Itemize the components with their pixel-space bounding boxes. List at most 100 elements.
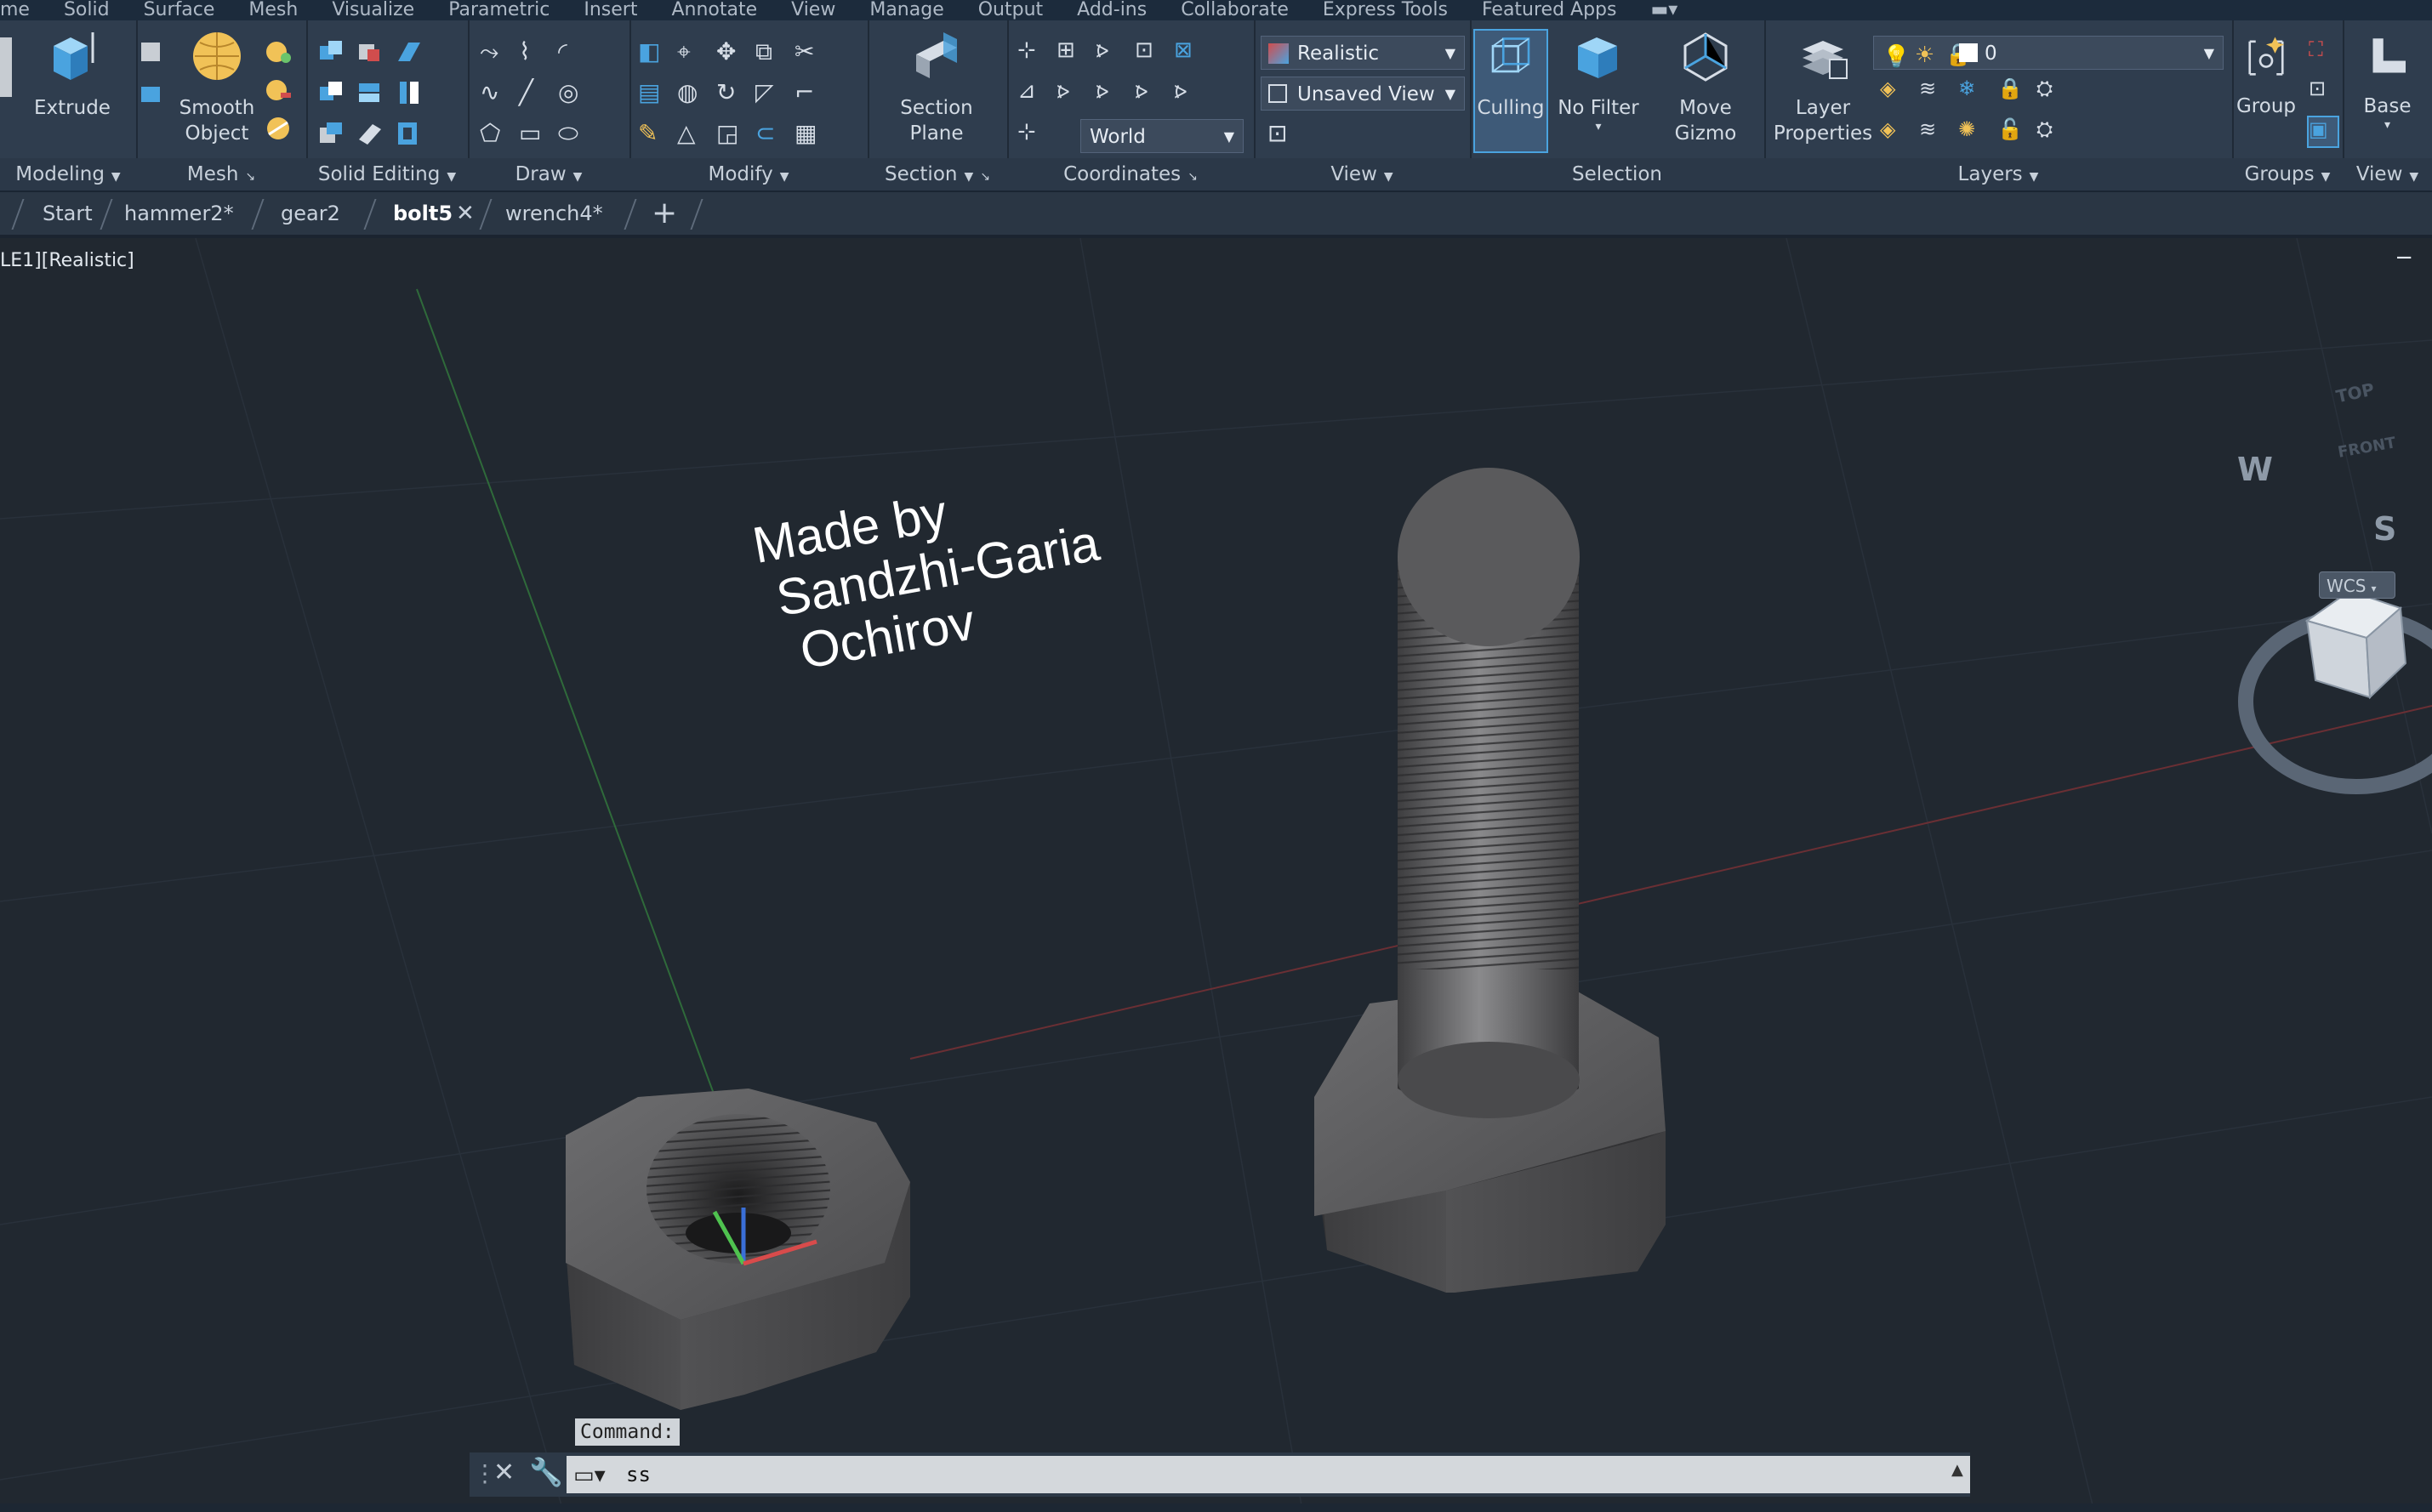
- menu-parametric[interactable]: Parametric: [431, 0, 567, 20]
- solid-editing-panel-title[interactable]: Solid Editing ▼: [306, 158, 468, 190]
- base-view-button[interactable]: Base ▾: [2343, 29, 2432, 131]
- menu-annotate[interactable]: Annotate: [654, 0, 774, 20]
- line-icon[interactable]: ╱: [519, 78, 548, 107]
- layer-dropdown[interactable]: 💡 ☀ 🔓 0 ▼: [1873, 36, 2224, 70]
- extrude-button[interactable]: Extrude: [26, 29, 119, 121]
- mesh-refine-icon[interactable]: [136, 80, 165, 109]
- helix-icon[interactable]: ⌇: [519, 37, 548, 66]
- trim-icon[interactable]: ✂: [795, 37, 823, 66]
- ucs-icon[interactable]: ⊹: [1017, 37, 1046, 66]
- menu-me[interactable]: me: [0, 0, 47, 20]
- erase-icon[interactable]: ✎: [638, 119, 667, 148]
- mesh-panel-title[interactable]: Mesh ↘: [136, 158, 306, 190]
- menu-add-ins[interactable]: Add-ins: [1060, 0, 1164, 20]
- shell-icon[interactable]: [395, 119, 424, 148]
- ellipse-icon[interactable]: ⬭: [558, 119, 587, 148]
- 3d-rotate-icon[interactable]: ◍: [677, 78, 706, 107]
- ucs-view-icon[interactable]: ⊡: [1135, 37, 1164, 66]
- workspace-switch-icon[interactable]: ▬▾: [1634, 0, 1695, 20]
- layer-properties-button[interactable]: Layer Properties: [1769, 29, 1877, 146]
- compass-south-label[interactable]: S: [2373, 510, 2396, 548]
- new-tab-plus-icon[interactable]: +: [652, 192, 677, 235]
- menu-collaborate[interactable]: Collaborate: [1164, 0, 1306, 20]
- mirror-icon[interactable]: ◧: [638, 37, 667, 66]
- no-filter-button[interactable]: No Filter ▾: [1552, 29, 1645, 133]
- wcs-dropdown[interactable]: WCS ▾: [2319, 571, 2395, 599]
- ungroup-icon[interactable]: ⛶: [2309, 37, 2338, 66]
- tab-close-icon[interactable]: ✕: [456, 192, 475, 235]
- layer-thaw-icon[interactable]: ✺: [1958, 117, 1987, 146]
- refine-mesh-icon[interactable]: [264, 114, 293, 143]
- ucs-icon-properties-icon[interactable]: ⊹: [1017, 119, 1046, 148]
- viewport-controls-label[interactable]: LE1][Realistic]: [0, 250, 134, 271]
- tab-start[interactable]: Start: [43, 192, 93, 235]
- group-button[interactable]: Group: [2232, 29, 2300, 119]
- offset-icon[interactable]: ⊂: [755, 119, 784, 148]
- modeling-panel-title[interactable]: Modeling ▼: [0, 158, 136, 190]
- command-input[interactable]: [567, 1456, 1970, 1493]
- layer-walk-icon[interactable]: ⛭: [2036, 117, 2065, 146]
- 3d-scale-icon[interactable]: △: [677, 119, 706, 148]
- drawing-viewport[interactable]: LE1][Realistic] − Made by Sandzhi-Garia …: [0, 238, 2432, 1505]
- circle-icon[interactable]: ◎: [558, 78, 587, 107]
- slice-icon[interactable]: [395, 37, 424, 66]
- imprint-icon[interactable]: [316, 119, 345, 148]
- layer-isolate-icon[interactable]: ≋: [1919, 77, 1948, 105]
- smooth-more-icon[interactable]: [264, 37, 293, 66]
- section-panel-title[interactable]: Section ▼ ↘: [868, 158, 1007, 190]
- layer-on-icon[interactable]: ◈: [1880, 117, 1909, 146]
- move-gizmo-button[interactable]: Move Gizmo: [1659, 29, 1752, 146]
- ucs-named-icon[interactable]: ⊞: [1057, 37, 1085, 66]
- arc-icon[interactable]: ◜: [558, 37, 587, 66]
- wrench-icon[interactable]: 🔧: [529, 1456, 563, 1488]
- tab-gear2[interactable]: gear2: [281, 192, 340, 235]
- ucs-world-dropdown[interactable]: World ▼: [1080, 119, 1244, 153]
- ucs-origin-icon[interactable]: ⦠: [1096, 37, 1125, 66]
- layer-match-icon[interactable]: ⛭: [2036, 77, 2065, 105]
- viewport-minimize-icon[interactable]: −: [2395, 245, 2413, 270]
- box-icon[interactable]: [0, 37, 12, 97]
- saved-view-dropdown[interactable]: Unsaved View ▼: [1261, 77, 1465, 111]
- tab-hammer2[interactable]: hammer2*: [124, 192, 234, 235]
- menu-insert[interactable]: Insert: [567, 0, 654, 20]
- scale-icon[interactable]: ◲: [716, 119, 745, 148]
- align-icon[interactable]: ⌖: [677, 37, 706, 66]
- smooth-less-icon[interactable]: [264, 76, 293, 105]
- command-prompt-icon[interactable]: ▭▾: [573, 1463, 606, 1488]
- rectangle-icon[interactable]: ▭: [519, 119, 548, 148]
- menu-mesh[interactable]: Mesh: [231, 0, 315, 20]
- compass-west-label[interactable]: W: [2237, 451, 2273, 488]
- group-edit-icon[interactable]: ⊡: [2309, 77, 2338, 105]
- menu-view[interactable]: View: [774, 0, 852, 20]
- visual-style-dropdown[interactable]: Realistic ▼: [1261, 36, 1465, 70]
- view2-panel-title[interactable]: View ▼: [2343, 158, 2432, 190]
- union-icon[interactable]: [316, 37, 345, 66]
- interfere-icon[interactable]: [356, 78, 384, 107]
- menu-solid[interactable]: Solid: [47, 0, 127, 20]
- smooth-object-button[interactable]: Smooth Object: [170, 29, 264, 146]
- polygon-icon[interactable]: ⬠: [480, 119, 509, 148]
- spline-icon[interactable]: ∿: [480, 78, 509, 107]
- view-panel-title[interactable]: View ▼: [1254, 158, 1470, 190]
- ucs-y-icon[interactable]: ⦠: [1096, 78, 1125, 107]
- subtract-icon[interactable]: [356, 37, 384, 66]
- ucs-face-icon[interactable]: ⊿: [1017, 78, 1046, 107]
- group-selection-icon[interactable]: ▣: [2307, 116, 2339, 148]
- layer-freeze-icon[interactable]: ❄: [1958, 77, 1987, 105]
- modify-panel-title[interactable]: Modify ▼: [629, 158, 868, 190]
- ucs-object-icon[interactable]: ⊠: [1174, 37, 1203, 66]
- menu-output[interactable]: Output: [961, 0, 1060, 20]
- stretch-icon[interactable]: ◸: [755, 78, 784, 107]
- coordinates-panel-title[interactable]: Coordinates ↘: [1007, 158, 1254, 190]
- ucs-3point-icon[interactable]: ⦠: [1174, 78, 1203, 107]
- close-icon[interactable]: ✕: [493, 1458, 515, 1487]
- tab-wrench4[interactable]: wrench4*: [505, 192, 603, 235]
- menu-visualize[interactable]: Visualize: [315, 0, 431, 20]
- layer-lock-icon[interactable]: 🔒: [1997, 77, 2026, 105]
- menu-express-tools[interactable]: Express Tools: [1306, 0, 1465, 20]
- fillet-icon[interactable]: ⌐: [795, 78, 823, 107]
- tab-bolt5[interactable]: bolt5: [393, 192, 453, 235]
- menu-surface[interactable]: Surface: [127, 0, 232, 20]
- explode-icon[interactable]: ▦: [795, 119, 823, 148]
- ucs-x-icon[interactable]: ⦠: [1057, 78, 1085, 107]
